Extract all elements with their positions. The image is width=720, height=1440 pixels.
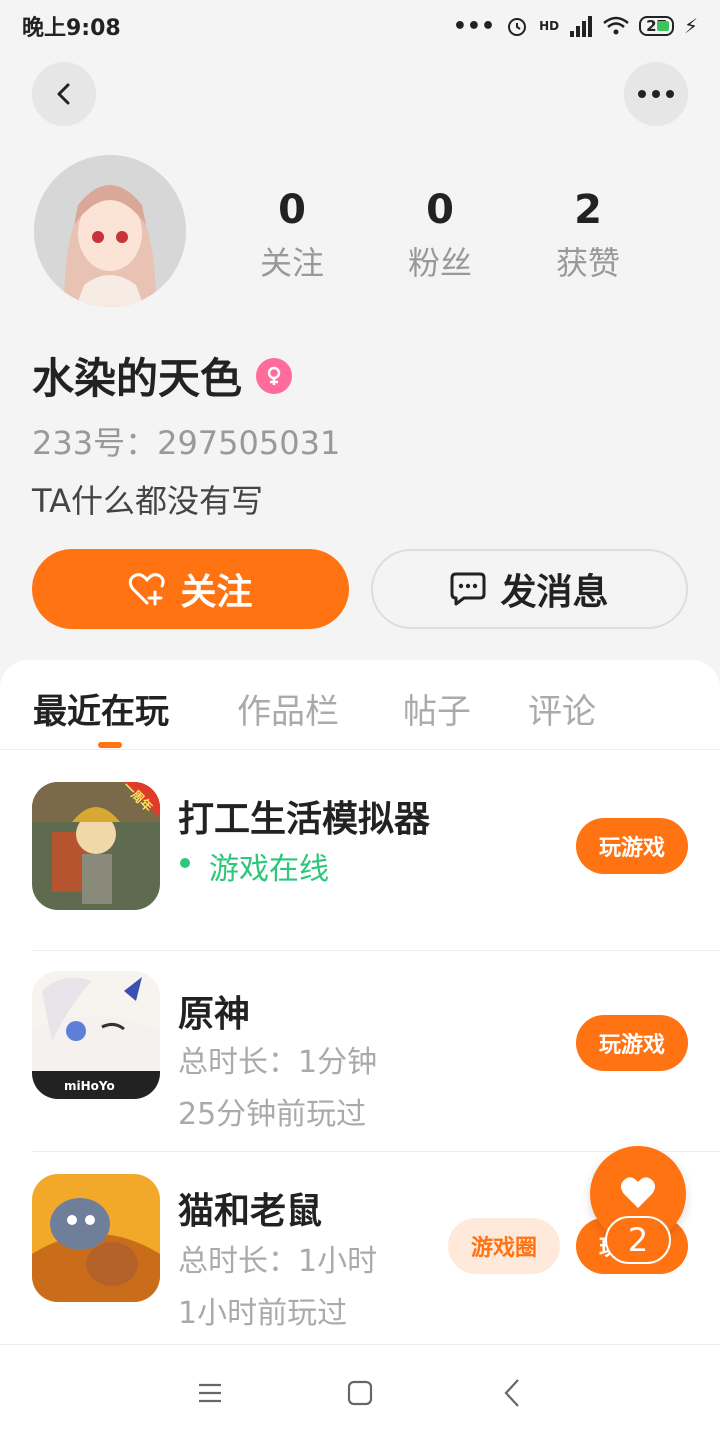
chat-icon bbox=[450, 572, 486, 606]
more-button[interactable] bbox=[624, 62, 688, 126]
menu-icon bbox=[199, 1383, 221, 1403]
female-icon bbox=[256, 357, 293, 394]
tab-comments[interactable]: 评论 bbox=[528, 684, 596, 733]
follow-label: 关注 bbox=[180, 572, 253, 613]
status-bar: 晚上9:08 ••• HD 27 ⚡ bbox=[0, 0, 720, 52]
game-total-time: 总时长：1小时 bbox=[178, 1244, 378, 1279]
message-button[interactable]: 发消息 bbox=[371, 549, 688, 629]
username: 水染的天色 bbox=[32, 354, 243, 403]
stat-value: 2 bbox=[574, 187, 602, 233]
tab-recently-played[interactable]: 最近在玩 bbox=[33, 684, 169, 733]
online-indicator bbox=[180, 858, 190, 868]
status-time: 晚上9:08 bbox=[22, 16, 121, 41]
home-icon bbox=[347, 1380, 373, 1406]
stat-value: 0 bbox=[426, 187, 454, 233]
avatar[interactable] bbox=[34, 155, 186, 307]
like-count: 2 bbox=[605, 1216, 671, 1264]
heart-plus-icon bbox=[129, 573, 166, 606]
message-label: 发消息 bbox=[500, 572, 609, 613]
game-name: 打工生活模拟器 bbox=[178, 799, 431, 840]
play-game-button[interactable]: 玩游戏 bbox=[576, 1015, 688, 1071]
game-icon: miHoYo bbox=[32, 971, 160, 1099]
tab-works[interactable]: 作品栏 bbox=[237, 684, 339, 733]
home-button[interactable] bbox=[340, 1373, 380, 1413]
play-game-button[interactable]: 玩游戏 bbox=[576, 818, 688, 874]
nav-back-button[interactable] bbox=[492, 1373, 532, 1413]
nav-back-icon bbox=[504, 1379, 519, 1407]
game-status: 游戏在线 bbox=[209, 852, 329, 887]
signal-icon bbox=[570, 16, 593, 37]
tab-bar: 最近在玩 作品栏 帖子 评论 bbox=[0, 660, 720, 750]
network-label: HD bbox=[539, 19, 560, 33]
user-id: 233号：297505031 bbox=[32, 424, 341, 462]
battery-icon: 27 bbox=[639, 16, 674, 36]
menu-button[interactable] bbox=[190, 1373, 230, 1413]
game-name: 原神 bbox=[178, 994, 251, 1035]
game-icon bbox=[32, 1174, 160, 1302]
game-last-played: 1小时前玩过 bbox=[178, 1296, 348, 1331]
user-bio: TA什么都没有写 bbox=[32, 482, 263, 520]
status-icons: ••• HD 27 ⚡ bbox=[453, 14, 698, 39]
more-icon bbox=[638, 90, 674, 98]
game-name: 猫和老鼠 bbox=[178, 1191, 323, 1232]
game-icon: 一周年 bbox=[32, 782, 160, 910]
tab-posts[interactable]: 帖子 bbox=[403, 684, 471, 733]
stat-label: 获赞 bbox=[555, 244, 620, 282]
stat-likes[interactable]: 2 获赞 bbox=[528, 186, 648, 284]
stat-label: 粉丝 bbox=[407, 244, 472, 282]
stat-value: 0 bbox=[278, 187, 306, 233]
follow-button[interactable]: 关注 bbox=[32, 549, 349, 629]
game-icon-label: miHoYo bbox=[64, 1079, 115, 1093]
wifi-icon bbox=[603, 16, 629, 35]
stat-fans[interactable]: 0 粉丝 bbox=[380, 186, 500, 284]
tab-indicator bbox=[98, 742, 122, 748]
stat-label: 关注 bbox=[259, 244, 324, 282]
game-total-time: 总时长：1分钟 bbox=[178, 1045, 378, 1080]
alarm-icon bbox=[508, 18, 527, 36]
stat-following[interactable]: 0 关注 bbox=[232, 186, 352, 284]
system-nav-bar bbox=[0, 1344, 720, 1440]
back-button[interactable] bbox=[32, 62, 96, 126]
game-last-played: 25分钟前玩过 bbox=[178, 1097, 367, 1132]
game-row[interactable]: 一周年 打工生活模拟器 游戏在线 玩游戏 bbox=[32, 750, 720, 951]
game-circle-button[interactable]: 游戏圈 bbox=[448, 1218, 560, 1274]
dots-icon: ••• bbox=[452, 13, 496, 39]
charging-icon: ⚡ bbox=[683, 14, 698, 38]
game-row[interactable]: miHoYo 原神 总时长：1分钟 25分钟前玩过 玩游戏 bbox=[32, 951, 720, 1152]
avatar-image bbox=[34, 155, 186, 307]
back-icon bbox=[57, 83, 70, 105]
username-row: 水染的天色 bbox=[32, 345, 293, 406]
